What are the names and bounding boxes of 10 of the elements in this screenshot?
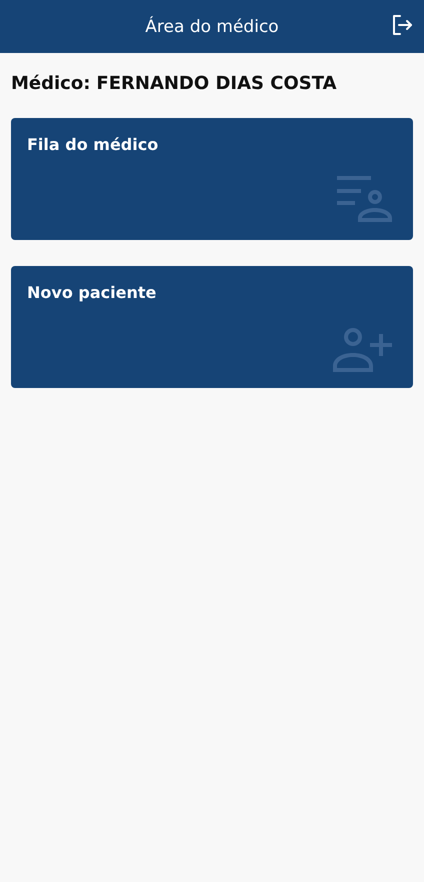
doctor-name: FERNANDO DIAS COSTA <box>96 73 337 94</box>
page-title: Área do médico <box>145 16 279 36</box>
add-person-icon <box>333 328 393 372</box>
menu-card[interactable]: Novo paciente <box>11 266 413 388</box>
card-title: Fila do médico <box>27 135 158 154</box>
logout-icon <box>390 13 414 37</box>
doctor-label: Médico: <box>11 73 90 94</box>
card-title: Novo paciente <box>27 283 156 302</box>
queue-list-icon <box>337 176 393 224</box>
menu-card[interactable]: Fila do médico <box>11 118 413 240</box>
